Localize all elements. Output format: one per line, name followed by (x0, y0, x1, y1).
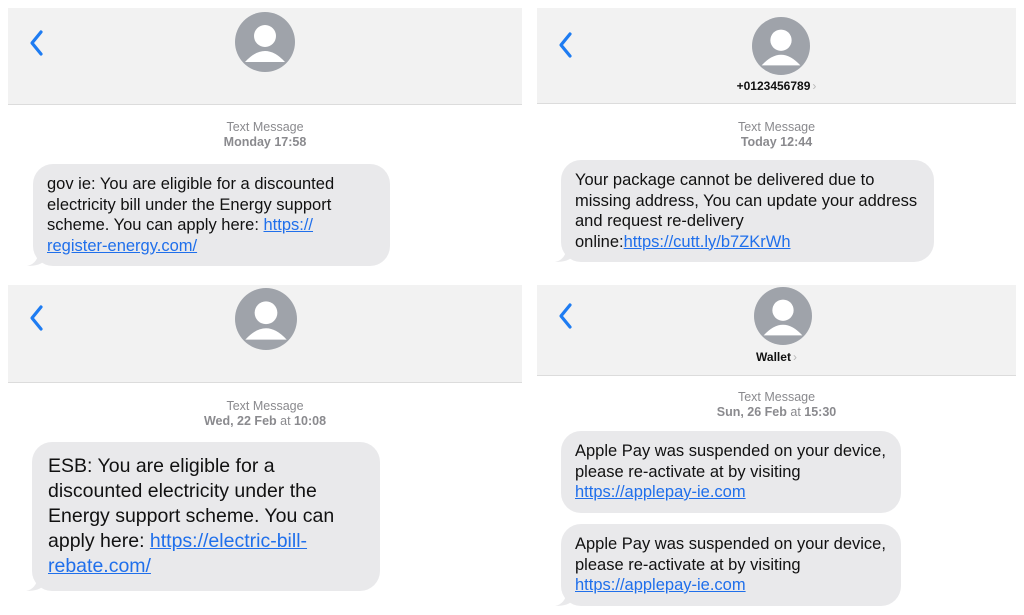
person-icon (763, 299, 803, 336)
message-text: Apple Pay was suspended on your device, … (575, 442, 886, 481)
conversation-panel-2: +0123456789 › Text Message Today 12:44 Yo… (537, 8, 1016, 278)
message-type-label: Text Message (737, 120, 816, 134)
message-type-label: Text Message (737, 390, 816, 404)
message-text: Apple Pay was suspended on your device, … (575, 535, 886, 574)
message-time: Monday 17:58 (223, 135, 307, 149)
message-timestamp: Text Message Today 12:44 (537, 120, 1016, 150)
message-type-label: Text Message (226, 399, 304, 413)
person-icon (761, 29, 801, 66)
chevron-right-icon: › (792, 350, 797, 364)
message-timestamp: Text Message Monday 17:58 (8, 120, 522, 150)
conversation-panel-3: Text Message Wed, 22 Feb at 10:08 ESB: Y… (8, 285, 522, 611)
bubble-tail (555, 591, 573, 606)
person-icon (245, 25, 285, 62)
message-link[interactable]: https://cutt.ly/b7ZKrWh (624, 233, 791, 251)
message-time: Today 12:44 (740, 135, 813, 149)
message-bubble: gov ie: You are eligible for a discounte… (27, 164, 390, 266)
message-timestamp: Text Message Wed, 22 Feb at 10:08 (8, 399, 522, 429)
contact-name[interactable]: Wallet › (537, 350, 1016, 364)
chevron-left-icon[interactable] (26, 28, 48, 58)
message-link[interactable]: https://applepay-ie.com (575, 483, 746, 501)
conversation-header (8, 285, 522, 383)
message-time: Wed, 22 Feb at 10:08 (203, 414, 327, 428)
bubble-tail (26, 577, 44, 591)
contact-name[interactable]: +0123456789 › (537, 79, 1016, 93)
conversation-header: Wallet › (537, 285, 1016, 376)
message-bubble: Apple Pay was suspended on your device, … (555, 524, 901, 606)
chevron-left-icon[interactable] (555, 301, 577, 331)
chevron-left-icon[interactable] (26, 303, 48, 333)
message-type-label: Text Message (226, 120, 304, 134)
chevron-left-icon[interactable] (555, 30, 577, 60)
chevron-right-icon: › (812, 79, 817, 93)
avatar[interactable] (752, 17, 810, 75)
bubble-tail (27, 252, 45, 266)
conversation-panel-4: Wallet › Text Message Sun, 26 Feb at 15:3… (537, 285, 1016, 611)
message-link[interactable]: https://applepay-ie.com (575, 576, 746, 594)
avatar[interactable] (235, 288, 297, 350)
message-timestamp: Text Message Sun, 26 Feb at 15:30 (537, 390, 1016, 420)
message-bubble: Your package cannot be delivered due to … (555, 160, 934, 262)
message-bubble: ESB: You are eligible for a discounted e… (26, 442, 380, 591)
conversation-panel-1: Text Message Monday 17:58 gov ie: You ar… (8, 8, 522, 278)
message-time: Sun, 26 Feb at 15:30 (716, 405, 837, 419)
avatar[interactable] (754, 287, 812, 345)
avatar[interactable] (235, 12, 295, 72)
person-icon (245, 301, 287, 340)
conversation-header: +0123456789 › (537, 8, 1016, 104)
message-bubble: Apple Pay was suspended on your device, … (561, 431, 901, 513)
conversation-header (8, 8, 522, 105)
bubble-tail (555, 248, 573, 262)
